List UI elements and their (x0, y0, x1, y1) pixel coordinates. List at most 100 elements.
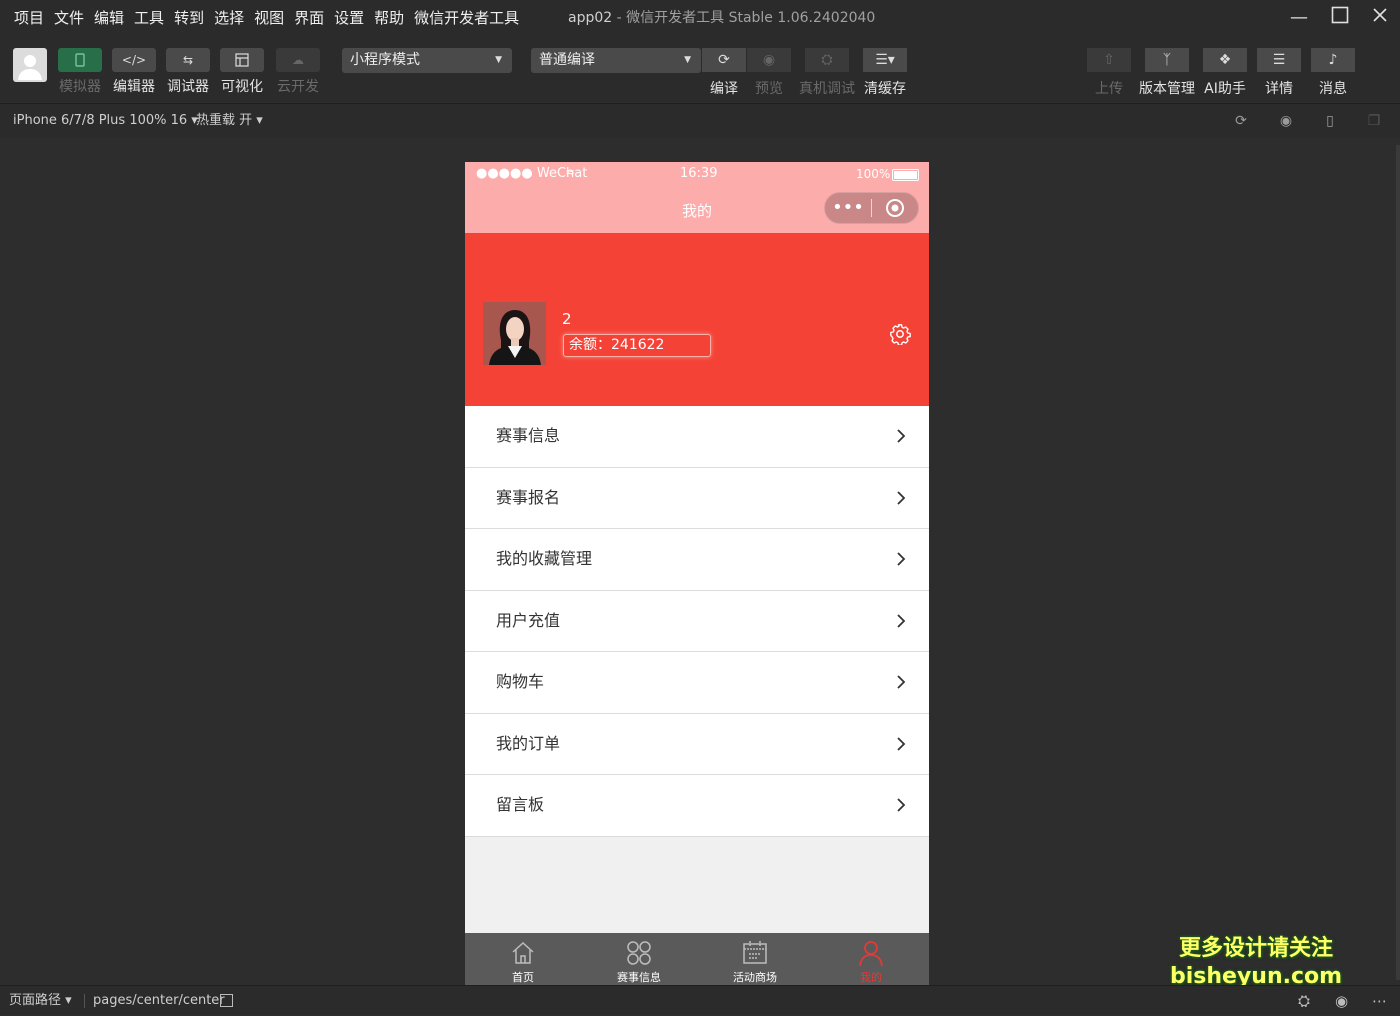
menu-select[interactable]: 选择 (209, 0, 249, 36)
editor-label: 编辑器 (113, 79, 155, 95)
tab-event-info[interactable]: 赛事信息 (581, 933, 697, 985)
tab-bar: 首页 赛事信息 活动商场 我的 (465, 933, 929, 985)
ai-icon: ❖ (1203, 48, 1247, 72)
status-time: 16:39 (680, 166, 718, 181)
menu-project[interactable]: 项目 (0, 0, 49, 36)
home-icon (512, 941, 534, 964)
version-button[interactable]: ᛉ 版本管理 (1139, 48, 1195, 97)
ai-button[interactable]: ❖ AI助手 (1203, 48, 1247, 97)
menu-tools[interactable]: 工具 (129, 0, 169, 36)
menu-devtools[interactable]: 微信开发者工具 (409, 0, 524, 36)
gear-icon[interactable] (889, 323, 911, 346)
menu-icon: ☰ (1257, 48, 1301, 72)
menu-goto[interactable]: 转到 (169, 0, 209, 36)
chevron-right-icon (897, 490, 906, 505)
avatar[interactable] (13, 48, 47, 82)
window-icon[interactable]: ❐ (1366, 113, 1382, 129)
page-path: pages/center/center (93, 993, 225, 1008)
menu-item-orders[interactable]: 我的订单 (465, 713, 929, 775)
menu-item-label: 用户充值 (496, 610, 561, 630)
cloud-button[interactable]: ☁ 云开发 (275, 48, 321, 96)
nav-bar: 我的 ••• (465, 188, 929, 233)
eye-icon[interactable]: ◉ (1335, 992, 1348, 1010)
simulator-button[interactable]: 模拟器 (57, 48, 103, 96)
tab-home[interactable]: 首页 (465, 933, 581, 985)
menu-item-favorites[interactable]: 我的收藏管理 (465, 529, 929, 591)
menu-interface[interactable]: 界面 (289, 0, 329, 36)
refresh-icon: ⟳ (702, 48, 746, 72)
rotate-icon[interactable]: ⟳ (1233, 113, 1249, 129)
menu-edit[interactable]: 编辑 (89, 0, 129, 36)
simulator-label: 模拟器 (59, 79, 101, 95)
mode-select-value: 小程序模式 (350, 52, 420, 68)
menu-help[interactable]: 帮助 (369, 0, 409, 36)
menu-item-label: 购物车 (496, 672, 545, 691)
menu-item-event-info[interactable]: 赛事信息 (465, 406, 929, 468)
watermark-line1: 更多设计请关注 (1179, 936, 1334, 961)
toolbar: 模拟器 </> 编辑器 ⇆ 调试器 可视化 ☁ 云开发 小程序模式 ▼ 普通编译… (0, 36, 1400, 102)
phone-simulator: ●●●●● WeChat ≈ 16:39 100% 我的 ••• 2 余额：24… (465, 162, 929, 985)
page-path-select[interactable]: 页面路径 ▾ (9, 986, 72, 1016)
device-select[interactable]: iPhone 6/7/8 Plus 100% 16 ▾ (13, 104, 198, 138)
menu-file[interactable]: 文件 (49, 0, 89, 36)
layers-icon: ☰▾ (863, 48, 907, 72)
window-title: app02 - 微信开发者工具 Stable 1.06.2402040 (568, 0, 875, 36)
menu-item-messageboard[interactable]: 留言板 (465, 775, 929, 837)
tab-label: 首页 (512, 971, 534, 984)
remote-debug-button[interactable]: ⛭ 真机调试 (799, 48, 855, 97)
messages-label: 消息 (1319, 81, 1347, 97)
close-icon[interactable] (1368, 6, 1392, 30)
compile-label: 编译 (710, 81, 738, 97)
divider (84, 994, 85, 1008)
branch-icon: ᛉ (1145, 48, 1189, 72)
scrollbar[interactable] (1396, 145, 1400, 980)
more-icon[interactable]: ⋯ (1372, 992, 1387, 1010)
more-icon[interactable]: ••• (825, 193, 871, 223)
minimize-icon[interactable]: — (1287, 6, 1311, 30)
menu-item-event-signup[interactable]: 赛事报名 (465, 467, 929, 529)
cloud-icon: ☁ (276, 48, 320, 72)
upload-button[interactable]: ⇧ 上传 (1087, 48, 1131, 97)
compile-select[interactable]: 普通编译 ▼ (531, 48, 701, 73)
capsule-menu: ••• (824, 192, 919, 224)
chevron-right-icon (897, 429, 906, 443)
menu-view[interactable]: 视图 (249, 0, 289, 36)
tab-label: 我的 (860, 971, 882, 984)
visual-button[interactable]: 可视化 (219, 48, 265, 96)
balance-badge: 余额：241622 (563, 334, 711, 357)
copy-icon[interactable] (220, 994, 233, 1007)
close-mini-program-icon[interactable] (872, 198, 918, 218)
tab-mall[interactable]: 活动商场 (697, 933, 813, 985)
device-bar: iPhone 6/7/8 Plus 100% 16 ▾ 热重载 开 ▾ ⟳ ◉ … (0, 103, 1400, 137)
details-button[interactable]: ☰ 详情 (1257, 48, 1301, 97)
preview-button[interactable]: ◉ 预览 (747, 48, 791, 97)
clear-cache-button[interactable]: ☰▾ 清缓存 (863, 48, 907, 97)
maximize-icon[interactable] (1328, 6, 1352, 30)
debugger-button[interactable]: ⇆ 调试器 (165, 48, 211, 96)
avatar[interactable] (483, 302, 546, 365)
chevron-right-icon (897, 736, 906, 751)
chevron-right-icon (897, 798, 906, 812)
editor-button[interactable]: </> 编辑器 (111, 48, 157, 96)
bell-icon: ♪ (1311, 48, 1355, 72)
messages-button[interactable]: ♪ 消息 (1311, 48, 1355, 97)
bug-icon[interactable]: ⛭ (1298, 992, 1310, 1010)
debugger-label: 调试器 (167, 79, 209, 95)
menu-settings[interactable]: 设置 (329, 0, 369, 36)
mode-select[interactable]: 小程序模式 ▼ (342, 48, 512, 73)
phone-icon (58, 48, 102, 72)
hotreload-toggle[interactable]: 热重载 开 ▾ (196, 104, 263, 138)
code-icon: </> (112, 48, 156, 72)
compile-button[interactable]: ⟳ 编译 (702, 48, 746, 97)
menu-item-recharge[interactable]: 用户充值 (465, 590, 929, 652)
tab-mine[interactable]: 我的 (813, 933, 929, 985)
profile-header: 2 余额：241622 (465, 233, 929, 406)
status-bar: ●●●●● WeChat ≈ 16:39 100% (465, 162, 929, 188)
menu-item-label: 我的订单 (496, 733, 561, 753)
menu-item-cart[interactable]: 购物车 (465, 652, 929, 714)
cloud-label: 云开发 (277, 79, 319, 95)
phone-icon[interactable]: ▯ (1322, 113, 1338, 129)
bug-icon: ⛭ (805, 48, 849, 72)
stop-icon[interactable]: ◉ (1278, 113, 1294, 129)
window-title-text: - 微信开发者工具 Stable 1.06.2402040 (616, 10, 876, 26)
